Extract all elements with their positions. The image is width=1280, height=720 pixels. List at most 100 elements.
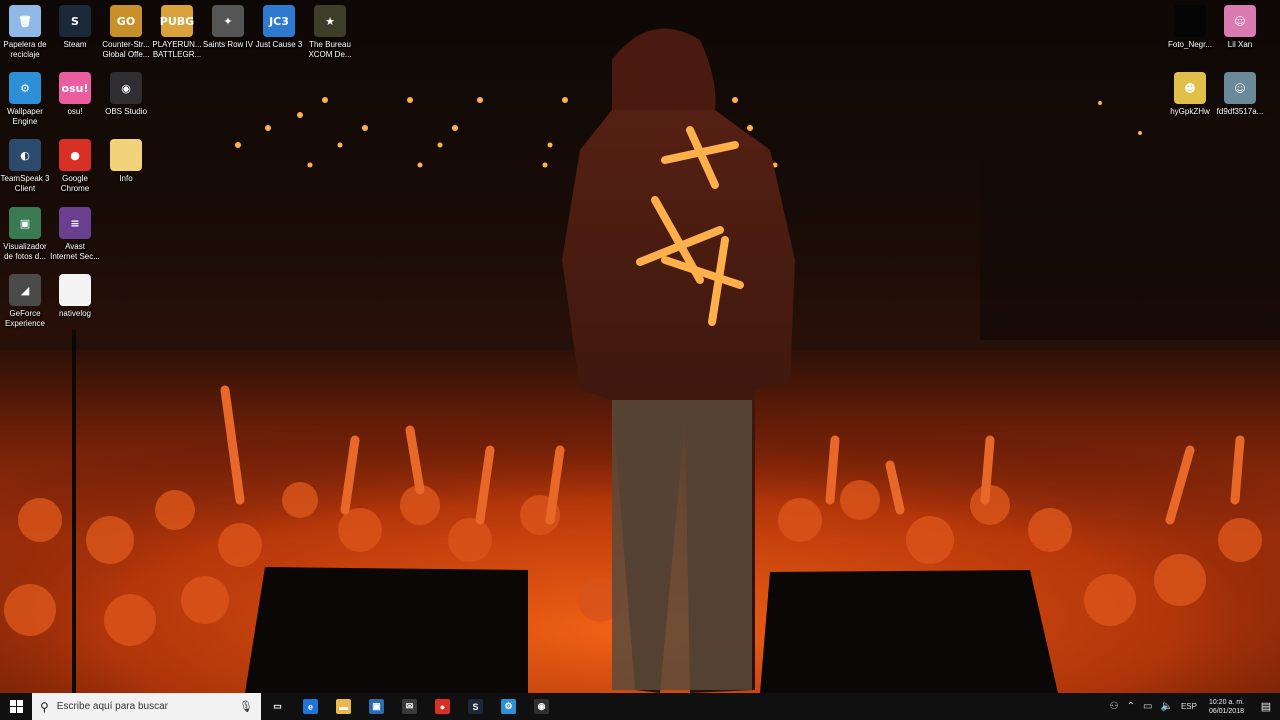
desktop-shortcut[interactable]: ☺ Lil Xan <box>1215 5 1265 50</box>
saints-row-icon: ✦ <box>212 5 244 37</box>
shortcut-label-line2: Client <box>14 184 36 193</box>
clock[interactable]: 10:20 a. m. 06/01/2018 <box>1201 698 1252 716</box>
desktop-shortcut[interactable]: ☺ fd9df3517a... <box>1215 72 1265 117</box>
recycle-bin-icon: 🗑 <box>9 5 41 37</box>
search-box[interactable]: ⚲ Escribe aquí para buscar 🎙 <box>32 693 261 720</box>
shortcut-label-line2: reciclaje <box>10 50 40 59</box>
foto-negra-icon <box>1174 5 1206 37</box>
obs-icon: ◉ <box>110 72 142 104</box>
desktop-shortcut[interactable]: ◐ TeamSpeak 3 Client <box>0 139 50 194</box>
search-placeholder: Escribe aquí para buscar <box>56 701 168 712</box>
taskbar: ⚲ Escribe aquí para buscar 🎙 ▭ e ▬ ▣ ✉ ● S ⚙ ◉ ⚇… <box>0 693 1280 720</box>
csgo-icon: GO <box>110 5 142 37</box>
shortcut-label-line1: Info <box>119 174 133 183</box>
language-indicator[interactable]: ESP <box>1177 702 1201 711</box>
shortcut-label: Visualizador de fotos d... <box>3 242 46 262</box>
taskbar-app-button[interactable]: ◉ <box>525 693 558 720</box>
shortcut-label: Steam <box>63 40 86 50</box>
desktop-shortcut[interactable]: ● Google Chrome <box>50 139 100 194</box>
desktop-shortcut[interactable]: 🗑 Papelera de reciclaje <box>0 5 50 60</box>
desktop-shortcut[interactable]: S Steam <box>50 5 100 50</box>
microphone-icon[interactable]: 🎙 <box>239 700 253 713</box>
desktop-shortcut[interactable]: JC3 Just Cause 3 <box>254 5 304 50</box>
shortcut-label-line1: PLAYERUN... <box>152 40 202 49</box>
shortcut-label-line1: Wallpaper <box>7 107 43 116</box>
taskbar-app-button[interactable]: ● <box>426 693 459 720</box>
chrome-icon: ● <box>59 139 91 171</box>
system-tray: ⚇ ⌃ ▭ 🔈 ESP 10:20 a. m. 06/01/2018 ▤ <box>1106 693 1280 720</box>
taskbar-app-button[interactable]: ▣ <box>360 693 393 720</box>
shortcut-label-line1: The Bureau <box>309 40 351 49</box>
shortcut-label-line2: Engine <box>12 117 38 126</box>
shortcut-label-line2: XCOM De... <box>308 50 352 59</box>
shortcut-label: The Bureau XCOM De... <box>308 40 351 60</box>
steam-icon: S <box>59 5 91 37</box>
desktop-shortcut[interactable]: GO Counter-Str... Global Offe... <box>101 5 151 60</box>
taskbar-app-button[interactable]: e <box>294 693 327 720</box>
shortcut-label-line1: osu! <box>67 107 83 116</box>
taskbar-app-button[interactable]: ⚙ <box>492 693 525 720</box>
shortcut-label-line1: hyGpkZHw <box>1170 107 1210 116</box>
show-hidden-icons-icon[interactable]: ⌃ <box>1123 701 1139 712</box>
shortcut-label: Wallpaper Engine <box>7 107 43 127</box>
desktop-shortcut[interactable]: Info <box>101 139 151 184</box>
shortcut-label-line1: Lil Xan <box>1227 40 1253 49</box>
just-cause-icon: JC3 <box>263 5 295 37</box>
shortcut-label: Info <box>119 174 132 184</box>
xcom-icon: ★ <box>314 5 346 37</box>
desktop-shortcut[interactable]: ◢ GeForce Experience <box>0 274 50 329</box>
shortcut-label-line1: Saints Row IV <box>202 40 254 49</box>
shortcut-label: Lil Xan <box>1228 40 1252 50</box>
shortcut-label-line1: Just Cause 3 <box>255 40 303 49</box>
desktop-shortcut[interactable]: ✦ Saints Row IV <box>203 5 253 50</box>
shortcut-label: osu! <box>67 107 82 117</box>
shortcut-label: Avast Internet Sec... <box>50 242 100 262</box>
shortcut-label-line2: Internet Sec... <box>50 252 100 261</box>
desktop-shortcut[interactable]: ☻ hyGpkZHw <box>1165 72 1215 117</box>
avast-icon: ≡ <box>59 207 91 239</box>
people-icon[interactable]: ⚇ <box>1106 701 1123 712</box>
desktop-shortcut[interactable]: ≡ Avast Internet Sec... <box>50 207 100 262</box>
obs-icon: ◉ <box>534 699 549 714</box>
shortcut-label: nativelog <box>59 309 91 319</box>
pubg-icon: PUBG <box>160 5 194 37</box>
desktop-shortcut[interactable]: nativelog <box>50 274 100 319</box>
desktop-shortcut[interactable]: ◉ OBS Studio <box>101 72 151 117</box>
taskbar-app-button[interactable]: ▭ <box>261 693 294 720</box>
shortcut-label-line1: Foto_Negr... <box>1167 40 1213 49</box>
edge-icon: e <box>303 699 318 714</box>
image-hy-icon: ☻ <box>1174 72 1206 104</box>
photo-viewer-icon: ▣ <box>9 207 41 239</box>
shortcut-label-line1: fd9df3517a... <box>1216 107 1264 116</box>
volume-icon[interactable]: 🔈 <box>1156 701 1176 712</box>
shortcut-label: Foto_Negr... <box>1168 40 1212 50</box>
folder-icon <box>110 139 142 171</box>
network-icon[interactable]: ▭ <box>1139 701 1156 712</box>
taskbar-app-button[interactable]: S <box>459 693 492 720</box>
wallpaper-engine-icon: ⚙ <box>9 72 41 104</box>
shortcut-label-line2: Global Offe... <box>102 50 150 59</box>
desktop-shortcut[interactable]: Foto_Negr... <box>1165 5 1215 50</box>
lil-xan-icon: ☺ <box>1224 5 1256 37</box>
shortcut-label-line2: BATTLEGR... <box>152 50 202 59</box>
shortcut-label-line1: Papelera de <box>3 40 47 49</box>
desktop-shortcut[interactable]: ★ The Bureau XCOM De... <box>305 5 355 60</box>
desktop-shortcut[interactable]: ▣ Visualizador de fotos d... <box>0 207 50 262</box>
shortcut-label-line1: Counter-Str... <box>102 40 150 49</box>
wallpaper-engine-icon: ⚙ <box>501 699 516 714</box>
task-view-icon: ▭ <box>270 699 285 714</box>
taskbar-app-button[interactable]: ▬ <box>327 693 360 720</box>
shortcut-label-line1: Visualizador <box>3 242 47 251</box>
steam-icon: S <box>468 699 483 714</box>
start-button[interactable] <box>0 693 32 720</box>
taskbar-app-button[interactable]: ✉ <box>393 693 426 720</box>
shortcut-label-line1: GeForce <box>9 309 41 318</box>
search-icon: ⚲ <box>40 699 49 714</box>
desktop-shortcut[interactable]: osu! osu! <box>50 72 100 117</box>
taskbar-apps: ▭ e ▬ ▣ ✉ ● S ⚙ ◉ <box>261 693 558 720</box>
shortcut-label-line1: TeamSpeak 3 <box>0 174 50 183</box>
desktop-shortcut[interactable]: PUBG PLAYERUN... BATTLEGR... <box>152 5 202 60</box>
concert-scene <box>0 28 1280 693</box>
action-center-icon[interactable]: ▤ <box>1252 693 1280 720</box>
desktop-shortcut[interactable]: ⚙ Wallpaper Engine <box>0 72 50 127</box>
